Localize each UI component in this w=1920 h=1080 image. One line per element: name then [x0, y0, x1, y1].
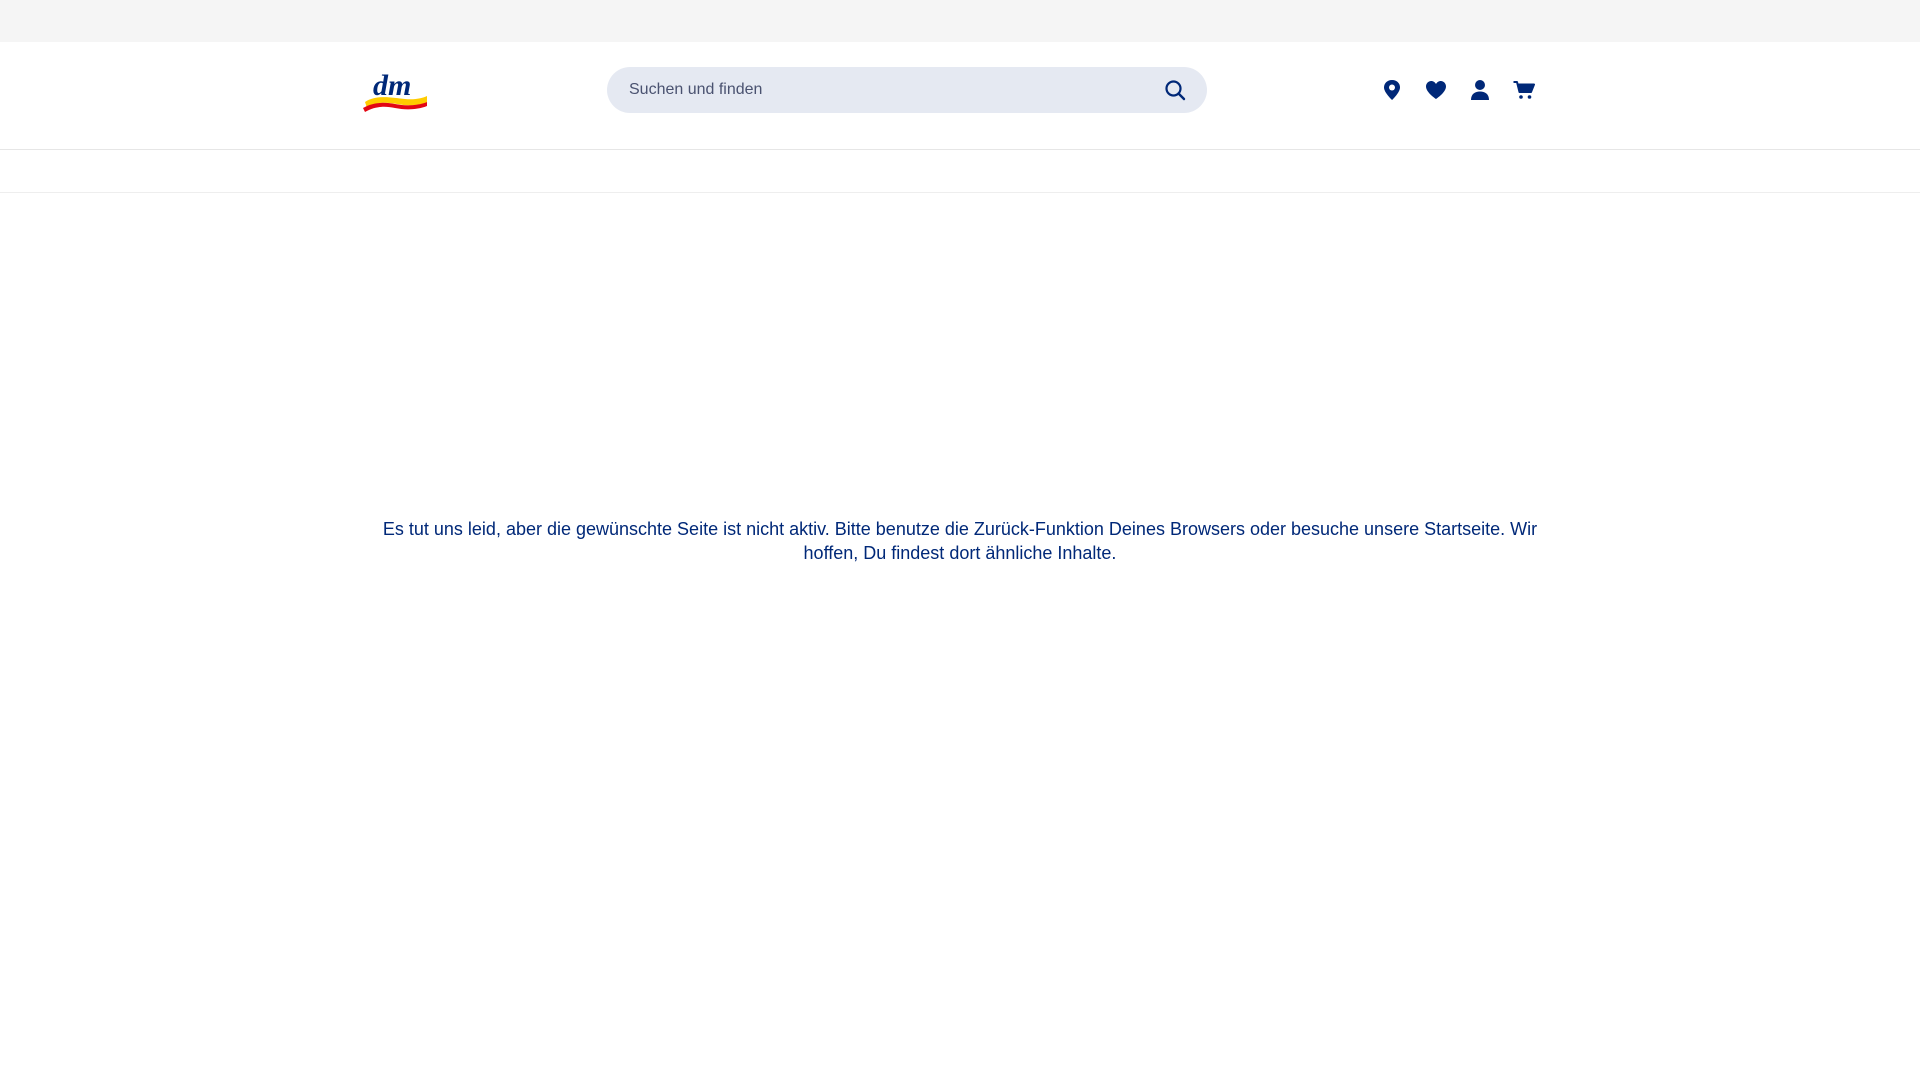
error-message: Es tut uns leid, aber die gewünschte Sei…	[382, 519, 1538, 563]
location-pin-icon	[1384, 80, 1400, 100]
heart-icon	[1426, 81, 1446, 99]
cart-icon	[1513, 81, 1535, 99]
search-bar	[607, 67, 1207, 113]
search-input[interactable]	[629, 67, 1129, 113]
site-header: dm	[0, 42, 1920, 150]
wishlist-button[interactable]	[1424, 78, 1448, 102]
search-icon	[1165, 80, 1186, 101]
cart-button[interactable]	[1512, 78, 1536, 102]
dm-logo[interactable]: dm	[363, 68, 429, 114]
account-button[interactable]	[1468, 78, 1492, 102]
top-strip	[0, 0, 1920, 42]
header-actions	[1380, 67, 1536, 113]
store-locator-button[interactable]	[1380, 78, 1404, 102]
category-navigation	[0, 150, 1920, 193]
search-button[interactable]	[1161, 76, 1189, 104]
user-icon	[1471, 80, 1489, 100]
svg-text:dm: dm	[373, 69, 411, 102]
